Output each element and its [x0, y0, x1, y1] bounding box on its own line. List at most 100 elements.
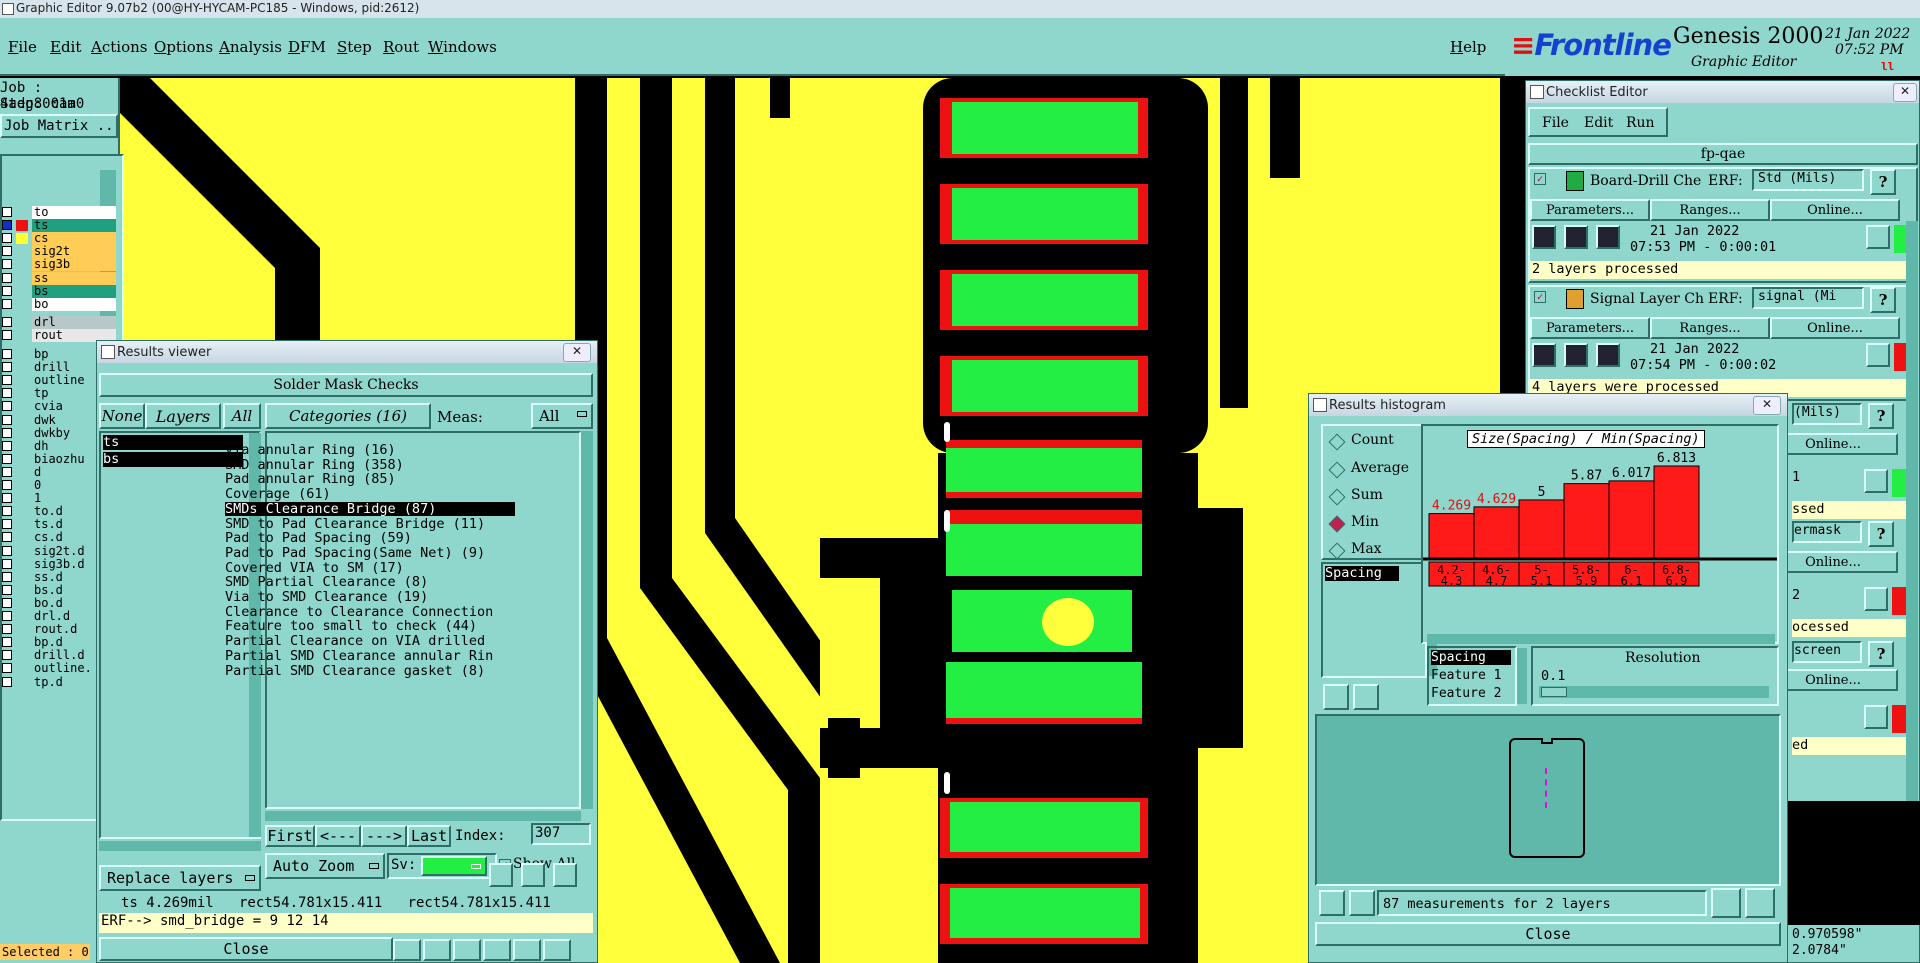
layer-checkbox[interactable]: [2, 519, 12, 530]
list-item[interactable]: bs: [103, 452, 243, 467]
chart-icon[interactable]: [543, 939, 571, 961]
histogram-bar[interactable]: [1428, 513, 1475, 559]
checklist-menu-file[interactable]: File: [1542, 115, 1569, 131]
menu-actions[interactable]: Actions: [91, 38, 147, 56]
layer-checkbox[interactable]: [2, 401, 12, 412]
mode-min-radio[interactable]: [1328, 515, 1346, 533]
layer-checkbox[interactable]: [2, 362, 12, 373]
run-icon[interactable]: [1564, 225, 1588, 249]
sv-color-dropdown[interactable]: [421, 856, 487, 876]
resolution-slider[interactable]: [1539, 686, 1769, 698]
layer-checkbox[interactable]: [2, 388, 12, 399]
category-item[interactable]: SMD Partial Clearance (8): [225, 575, 428, 590]
category-item[interactable]: SMDs Clearance Bridge (87): [225, 502, 515, 517]
layer-checkbox[interactable]: [2, 207, 12, 217]
menu-edit[interactable]: Edit: [50, 38, 81, 56]
layer-checkbox[interactable]: [2, 453, 12, 464]
checklist-titlebar[interactable]: Checklist Editor ✕: [1526, 81, 1919, 103]
layer-checkbox[interactable]: [2, 246, 12, 257]
replace-layers-dropdown[interactable]: Replace layers: [99, 865, 261, 891]
list-item[interactable]: Feature 2: [1431, 686, 1501, 701]
menu-file[interactable]: File: [8, 38, 37, 56]
layer-checkbox[interactable]: [2, 233, 12, 244]
undo-icon[interactable]: [553, 863, 577, 887]
zoom-icon[interactable]: [1864, 705, 1888, 729]
mode-average-radio[interactable]: [1328, 461, 1346, 479]
menu-analysis[interactable]: Analysis: [219, 38, 282, 56]
category-item[interactable]: Partial SMD Clearance gasket (8): [225, 663, 485, 679]
run-icon[interactable]: [1532, 225, 1556, 249]
help-button[interactable]: ?: [1868, 521, 1894, 547]
category-item[interactable]: Via annular Ring (16): [225, 443, 396, 458]
histogram-bar[interactable]: [1473, 506, 1520, 559]
results-viewer-titlebar[interactable]: Results viewer ✕: [97, 341, 597, 363]
category-item[interactable]: Via to SMD Clearance (19): [225, 590, 428, 605]
delete-icon[interactable]: [489, 863, 513, 887]
layer-list-hscroll[interactable]: [99, 841, 261, 851]
categories-button[interactable]: Categories (16): [265, 403, 431, 429]
mode-max-radio[interactable]: [1328, 542, 1346, 560]
delete-icon[interactable]: [1319, 890, 1345, 916]
layer-checkbox[interactable]: [2, 375, 12, 386]
check-enable-checkbox[interactable]: ✓: [1534, 291, 1546, 303]
layer-checkbox[interactable]: [2, 571, 12, 582]
layer-row[interactable]: to: [0, 206, 120, 219]
spacing-list[interactable]: Spacing Feature 1 Feature 2: [1427, 646, 1517, 706]
category-item[interactable]: Feature too small to check (44): [225, 619, 477, 634]
layer-row[interactable]: sig3b: [0, 258, 120, 272]
checklist-scrollbar[interactable]: [1906, 221, 1918, 881]
list-item[interactable]: Feature 1: [1431, 668, 1501, 683]
parameters-button[interactable]: Parameters...: [1530, 317, 1650, 339]
category-item[interactable]: SMD to Pad Clearance Bridge (11): [225, 516, 485, 532]
layer-checkbox[interactable]: [2, 220, 12, 231]
slider-handle[interactable]: [1541, 687, 1567, 697]
tool-icon[interactable]: [453, 939, 481, 961]
categories-scrollbar[interactable]: [581, 431, 593, 809]
first-button[interactable]: First: [265, 825, 315, 847]
layer-checkbox[interactable]: [2, 506, 12, 517]
export-icon[interactable]: [1711, 888, 1741, 918]
categories-hscroll[interactable]: [265, 811, 581, 821]
layer-checkbox[interactable]: [2, 316, 12, 327]
online-button[interactable]: Online...: [1770, 317, 1900, 339]
layer-checkbox[interactable]: [2, 611, 12, 621]
layer-checkbox[interactable]: [2, 272, 12, 283]
layer-row[interactable]: bs: [0, 284, 120, 298]
erf-input[interactable]: screen: [1792, 641, 1862, 663]
zoom-icon[interactable]: [1866, 225, 1890, 249]
layer-checkbox[interactable]: [2, 466, 12, 477]
tool-icon[interactable]: [483, 939, 511, 961]
erf-input[interactable]: Std (Mils): [1752, 169, 1864, 191]
histogram-close-button[interactable]: Close: [1315, 922, 1781, 946]
job-matrix-button[interactable]: Job Matrix ...: [0, 114, 118, 138]
menu-help[interactable]: Help: [1450, 38, 1486, 56]
layer-row[interactable]: ss: [0, 271, 120, 285]
meas-dropdown[interactable]: All: [531, 403, 593, 429]
parameters-button[interactable]: Parameters...: [1530, 199, 1650, 221]
category-item[interactable]: Pad to Pad Spacing (59): [225, 531, 412, 546]
layer-checkbox[interactable]: [2, 493, 12, 504]
help-button[interactable]: ?: [1868, 403, 1894, 429]
run-icon[interactable]: [1564, 343, 1588, 367]
none-button[interactable]: None: [99, 403, 145, 429]
close-icon[interactable]: ✕: [1753, 396, 1781, 415]
refresh-icon[interactable]: [1353, 684, 1379, 710]
layer-checkbox[interactable]: [2, 584, 12, 595]
last-button[interactable]: Last: [407, 825, 451, 847]
run-icon[interactable]: [1596, 225, 1620, 249]
category-item[interactable]: Pad to Pad Spacing(Same Net) (9): [225, 546, 485, 561]
layer-checkbox[interactable]: [2, 349, 12, 359]
layer-checkbox[interactable]: [2, 259, 12, 270]
zoom-icon[interactable]: [1866, 343, 1890, 367]
layer-checkbox[interactable]: [2, 597, 12, 608]
layer-checkbox[interactable]: [2, 676, 12, 687]
layer-row[interactable]: drl: [0, 315, 120, 329]
erf-input[interactable]: ermask: [1792, 521, 1862, 543]
ranges-button[interactable]: Ranges...: [1650, 199, 1770, 221]
menu-windows[interactable]: Windows: [428, 38, 497, 56]
checklist-menu-run[interactable]: Run: [1626, 115, 1655, 131]
close-icon[interactable]: ✕: [563, 343, 591, 362]
layer-row[interactable]: bo: [0, 297, 120, 311]
run-icon[interactable]: [1532, 343, 1556, 367]
list-item[interactable]: ts: [103, 435, 243, 450]
